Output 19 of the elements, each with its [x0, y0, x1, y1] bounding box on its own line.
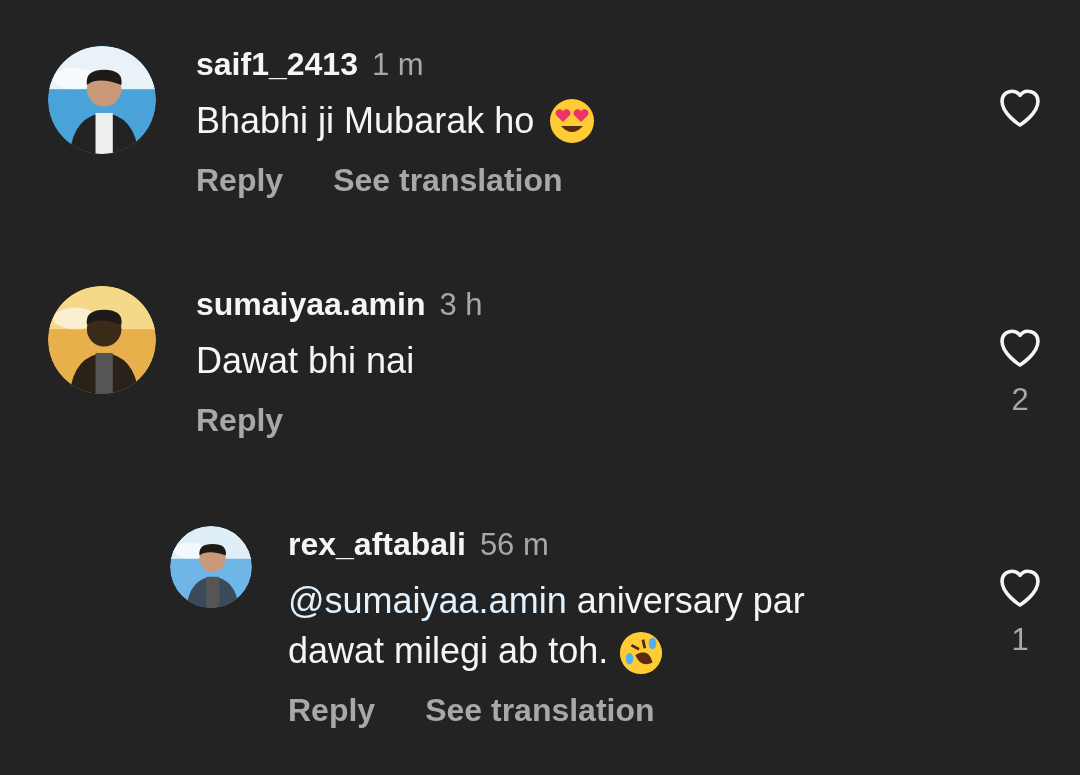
- username[interactable]: sumaiyaa.amin: [196, 286, 426, 322]
- mention-link[interactable]: @sumaiyaa.amin: [288, 580, 567, 621]
- reply-button[interactable]: Reply: [196, 160, 284, 200]
- like-count: 1: [1011, 622, 1029, 658]
- username[interactable]: rex_aftabali: [288, 526, 466, 562]
- comment-text: Bhabhi ji Mubarak ho: [196, 99, 535, 143]
- see-translation-button[interactable]: See translation: [425, 690, 655, 731]
- laughing-emoji-icon: [618, 630, 665, 677]
- comment-text: @sumaiyaa.amin aniversary par dawat milegi ab toh.: [288, 576, 888, 677]
- comment-text: Dawat bhi nai: [196, 339, 415, 383]
- reply-button[interactable]: Reply: [288, 690, 376, 731]
- timestamp: 1 m: [371, 47, 424, 83]
- like-count: 2: [1011, 382, 1029, 418]
- see-translation-button[interactable]: See translation: [333, 160, 563, 200]
- username[interactable]: saif1_2413: [196, 46, 358, 82]
- timestamp: 56 m: [479, 527, 549, 563]
- reply-button[interactable]: Reply: [196, 400, 284, 440]
- timestamp: 3 h: [439, 287, 483, 323]
- heart-eyes-emoji-icon: [548, 97, 597, 145]
